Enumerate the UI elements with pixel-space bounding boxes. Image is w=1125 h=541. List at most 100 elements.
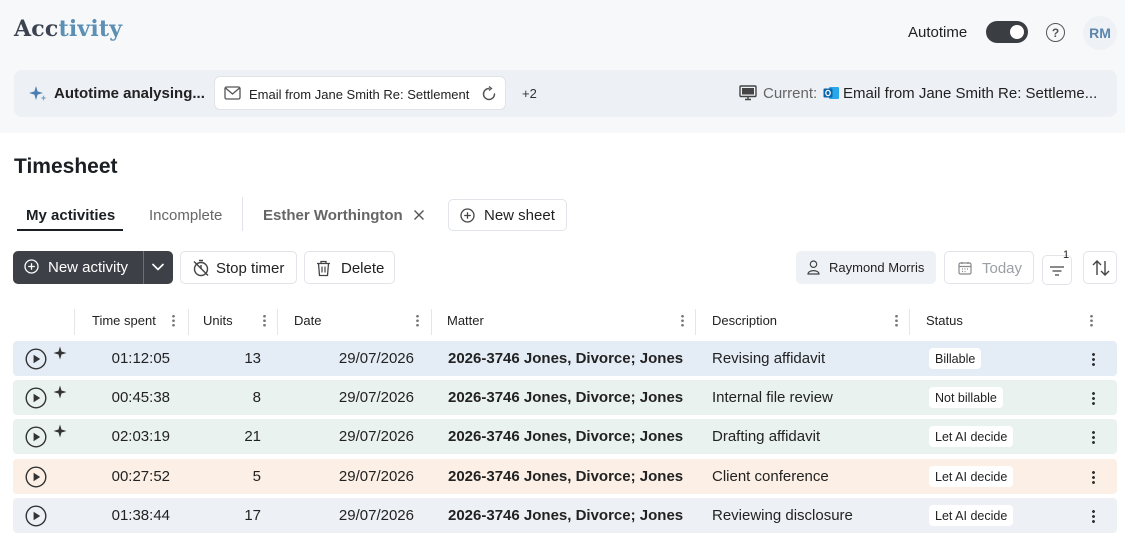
active-tab-indicator bbox=[17, 229, 123, 231]
table-row[interactable]: 01:12:05 13 29/07/2026 2026-3746 Jones, Div… bbox=[13, 341, 1117, 376]
mail-icon bbox=[224, 86, 241, 100]
filter-icon bbox=[1050, 266, 1064, 276]
table-row[interactable]: 00:27:52 5 29/07/2026 2026-3746 Jones, Divo… bbox=[13, 459, 1117, 494]
play-icon[interactable] bbox=[25, 348, 47, 370]
column-header-date[interactable]: Date bbox=[294, 313, 321, 328]
column-menu-icon[interactable] bbox=[416, 314, 419, 327]
row-menu-icon[interactable] bbox=[1092, 352, 1095, 366]
split-divider bbox=[143, 251, 144, 284]
time-spent-cell: 00:45:38 bbox=[111, 389, 170, 406]
sort-button[interactable] bbox=[1083, 251, 1117, 284]
column-divider bbox=[695, 309, 696, 335]
user-icon bbox=[807, 260, 820, 275]
row-menu-icon[interactable] bbox=[1092, 430, 1095, 444]
date-cell: 29/07/2026 bbox=[338, 389, 414, 406]
new-sheet-label: New sheet bbox=[484, 207, 555, 224]
timesheet-panel: Timesheet My activities Incomplete Esthe… bbox=[0, 133, 1125, 541]
play-icon[interactable] bbox=[25, 426, 47, 448]
ai-sparkle-icon bbox=[53, 346, 67, 360]
column-header-description[interactable]: Description bbox=[712, 313, 777, 328]
matter-cell: 2026-3746 Jones, Divorce; Jones bbox=[448, 468, 684, 485]
help-icon[interactable]: ? bbox=[1046, 23, 1065, 42]
status-badge[interactable]: Not billable bbox=[929, 387, 1003, 408]
matter-cell: 2026-3746 Jones, Divorce; Jones bbox=[448, 350, 684, 367]
time-spent-cell: 01:38:44 bbox=[111, 507, 170, 524]
new-activity-label: New activity bbox=[48, 259, 129, 276]
new-activity-button[interactable]: New activity bbox=[13, 251, 173, 284]
new-sheet-button[interactable]: New sheet bbox=[448, 199, 567, 231]
play-icon[interactable] bbox=[25, 466, 47, 488]
table-row[interactable]: 02:03:19 21 29/07/2026 2026-3746 Jones, Div… bbox=[13, 419, 1117, 454]
today-label: Today bbox=[982, 260, 1023, 277]
date-cell: 29/07/2026 bbox=[338, 468, 414, 485]
units-cell: 8 bbox=[252, 389, 261, 406]
calendar-icon bbox=[958, 262, 972, 275]
plus-circle-icon bbox=[460, 208, 475, 223]
table-header: Time spent Units Date Matter Description… bbox=[13, 305, 1117, 341]
column-menu-icon[interactable] bbox=[263, 314, 266, 327]
units-cell: 17 bbox=[244, 507, 261, 524]
time-spent-cell: 01:12:05 bbox=[111, 350, 170, 367]
ai-sparkle-icon bbox=[53, 385, 67, 399]
column-menu-icon[interactable] bbox=[172, 314, 175, 327]
column-menu-icon[interactable] bbox=[681, 314, 684, 327]
tab-my-activities[interactable]: My activities bbox=[26, 207, 115, 224]
status-badge[interactable]: Let AI decide bbox=[929, 466, 1014, 487]
autotime-status: Autotime analysing... bbox=[54, 85, 205, 102]
user-avatar[interactable]: RM bbox=[1083, 16, 1117, 50]
outlook-icon bbox=[823, 87, 839, 99]
column-menu-icon[interactable] bbox=[895, 314, 898, 327]
column-header-units[interactable]: Units bbox=[203, 313, 233, 328]
row-menu-icon[interactable] bbox=[1092, 509, 1095, 523]
table-row[interactable]: 00:45:38 8 29/07/2026 2026-3746 Jones, Divo… bbox=[13, 380, 1117, 415]
person-filter-button[interactable]: Raymond Morris bbox=[796, 251, 936, 284]
current-label: Current: bbox=[763, 85, 818, 102]
tab-esther-worthington[interactable]: Esther Worthington bbox=[263, 207, 403, 224]
page-title: Timesheet bbox=[14, 155, 118, 178]
more-activities-count[interactable]: +2 bbox=[522, 86, 537, 101]
today-button[interactable]: Today bbox=[944, 251, 1034, 284]
column-menu-icon[interactable] bbox=[1090, 314, 1093, 327]
row-menu-icon[interactable] bbox=[1092, 470, 1095, 484]
autotime-banner: Autotime analysing... Email from Jane Sm… bbox=[14, 70, 1117, 117]
autotime-toggle[interactable] bbox=[986, 21, 1028, 43]
date-cell: 29/07/2026 bbox=[338, 507, 414, 524]
stop-timer-button[interactable]: Stop timer bbox=[180, 251, 297, 284]
status-badge[interactable]: Billable bbox=[929, 348, 982, 369]
units-cell: 13 bbox=[244, 350, 261, 367]
stop-timer-label: Stop timer bbox=[216, 260, 285, 277]
table-row[interactable]: 01:38:44 17 29/07/2026 2026-3746 Jones, Div… bbox=[13, 498, 1117, 533]
units-cell: 21 bbox=[244, 428, 261, 445]
play-icon[interactable] bbox=[25, 505, 47, 527]
matter-cell: 2026-3746 Jones, Divorce; Jones bbox=[448, 389, 684, 406]
tab-divider bbox=[242, 197, 243, 231]
app-logo[interactable]: Acctivity bbox=[14, 16, 122, 42]
date-cell: 29/07/2026 bbox=[338, 428, 414, 445]
column-header-status[interactable]: Status bbox=[926, 313, 963, 328]
description-cell: Revising affidavit bbox=[712, 350, 826, 367]
date-cell: 29/07/2026 bbox=[338, 350, 414, 367]
filter-count-badge: 1 bbox=[1063, 249, 1070, 261]
description-cell: Reviewing disclosure bbox=[712, 507, 853, 524]
chevron-down-icon[interactable] bbox=[151, 262, 165, 272]
play-icon[interactable] bbox=[25, 387, 47, 409]
trash-icon bbox=[317, 260, 330, 277]
column-header-time-spent[interactable]: Time spent bbox=[92, 313, 156, 328]
delete-button[interactable]: Delete bbox=[304, 251, 395, 284]
email-activity-chip[interactable]: Email from Jane Smith Re: Settlement bbox=[214, 76, 506, 110]
time-spent-cell: 02:03:19 bbox=[111, 428, 170, 445]
loading-spinner-icon bbox=[482, 86, 496, 101]
status-badge[interactable]: Let AI decide bbox=[929, 426, 1014, 447]
column-header-matter[interactable]: Matter bbox=[447, 313, 484, 328]
plus-circle-icon bbox=[24, 259, 39, 274]
row-menu-icon[interactable] bbox=[1092, 391, 1095, 405]
description-cell: Drafting affidavit bbox=[712, 428, 821, 445]
units-cell: 5 bbox=[252, 468, 261, 485]
close-icon[interactable] bbox=[413, 209, 425, 221]
status-badge[interactable]: Let AI decide bbox=[929, 505, 1014, 526]
sort-icon bbox=[1092, 260, 1110, 276]
column-divider bbox=[909, 309, 910, 335]
column-divider bbox=[431, 309, 432, 335]
tab-incomplete[interactable]: Incomplete bbox=[149, 207, 222, 224]
ai-sparkle-icon bbox=[53, 424, 67, 438]
